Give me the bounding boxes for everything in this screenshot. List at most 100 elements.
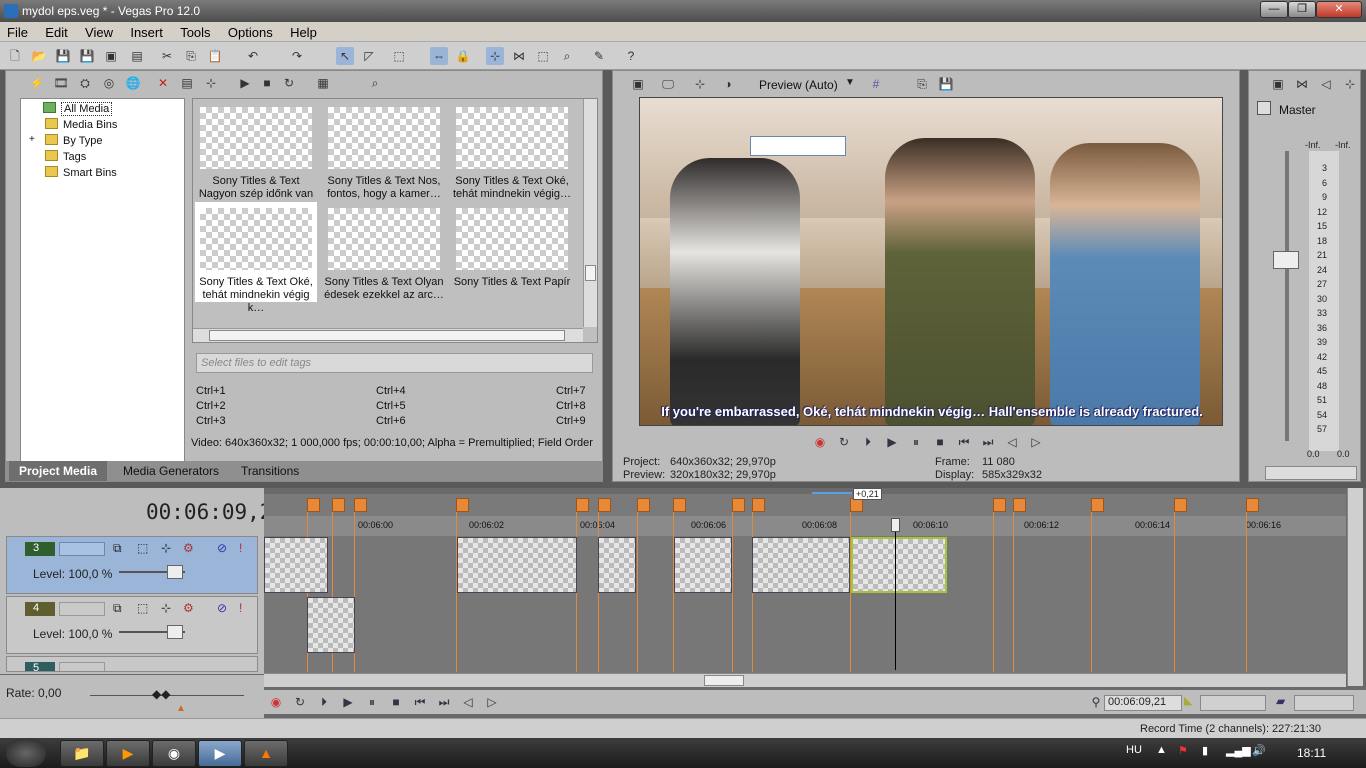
- master-fader[interactable]: [1273, 251, 1299, 269]
- timeline-marker[interactable]: [598, 498, 611, 512]
- video-track-4[interactable]: 4 ⧉ ⬚ ⊹ ⚙ ⊘ ! Level: 100,0 %: [6, 596, 258, 654]
- preview-settings-icon[interactable]: ▣: [629, 75, 647, 93]
- ripple-edit-icon[interactable]: ⇔: [430, 47, 448, 65]
- tree-item-smart-bins[interactable]: Smart Bins: [45, 166, 117, 179]
- redo-icon[interactable]: ↷: [288, 47, 306, 65]
- scroll-thumb[interactable]: [209, 330, 565, 341]
- go-to-start-icon[interactable]: ⏮: [956, 434, 972, 450]
- expand-icon[interactable]: +: [29, 134, 35, 145]
- menu-file[interactable]: File: [0, 22, 35, 40]
- clock[interactable]: 18:11: [1297, 746, 1326, 760]
- stop-icon[interactable]: ■: [932, 434, 948, 450]
- stop-icon[interactable]: ■: [388, 694, 404, 710]
- copy-icon[interactable]: ⎘: [182, 47, 200, 65]
- media-fx-icon[interactable]: ▤: [178, 74, 196, 92]
- media-thumbnail[interactable]: Sony Titles & Text Nagyon szép időnk van: [195, 101, 317, 201]
- media-thumbnail[interactable]: Sony Titles & Text Oké, tehát mindnekin v…: [451, 101, 573, 201]
- video-track-5[interactable]: 5: [6, 656, 258, 672]
- track-name-field[interactable]: [59, 602, 105, 616]
- capture-video-icon[interactable]: 🎞: [52, 74, 70, 92]
- action-center-icon[interactable]: ⚑: [1178, 744, 1188, 757]
- tree-item-all-media[interactable]: All Media: [43, 102, 113, 116]
- timeline-marker[interactable]: [732, 498, 745, 512]
- start-button[interactable]: [6, 739, 46, 767]
- battery-icon[interactable]: ▮: [1202, 744, 1208, 757]
- menu-help[interactable]: Help: [283, 22, 324, 40]
- compositing-icon[interactable]: ⬚: [137, 541, 148, 555]
- copy-snapshot-icon[interactable]: ⎘: [913, 75, 931, 93]
- auto-ripple-icon[interactable]: ⬚: [534, 47, 552, 65]
- cursor-time-field[interactable]: 00:06:09,21: [1104, 695, 1182, 711]
- get-media-web-icon[interactable]: ⛭: [76, 74, 94, 92]
- media-thumbnail[interactable]: Sony Titles & Text Papír: [451, 202, 573, 302]
- event-clip[interactable]: [752, 537, 850, 593]
- timeline-marker[interactable]: [354, 498, 367, 512]
- event-clip[interactable]: [457, 537, 577, 593]
- render-icon[interactable]: ▣: [102, 47, 120, 65]
- help-icon[interactable]: ?: [622, 47, 640, 65]
- mixer-scrollbar[interactable]: [1265, 466, 1357, 480]
- minimize-button[interactable]: —: [1260, 1, 1288, 18]
- tree-item-media-bins[interactable]: Media Bins: [45, 118, 117, 131]
- new-icon[interactable]: 🗋: [6, 47, 24, 65]
- track-name-field[interactable]: [59, 662, 105, 671]
- timeline-marker[interactable]: [1091, 498, 1104, 512]
- next-frame-icon[interactable]: ▷: [484, 694, 500, 710]
- timeline-marker[interactable]: [850, 498, 863, 512]
- make-compositing-child-icon[interactable]: ⊹: [161, 601, 171, 615]
- search-icon[interactable]: ⌕: [366, 74, 384, 92]
- split-screen-icon[interactable]: ⊹: [691, 75, 709, 93]
- scroll-thumb[interactable]: [585, 265, 596, 281]
- media-properties-icon[interactable]: ⊹: [202, 74, 220, 92]
- chevron-down-icon[interactable]: ▼: [845, 77, 855, 88]
- track-name-field[interactable]: [59, 542, 105, 556]
- grid-vertical-scrollbar[interactable]: [583, 99, 597, 327]
- menu-view[interactable]: View: [78, 22, 120, 40]
- event-clip[interactable]: [674, 537, 732, 593]
- play-icon[interactable]: ▶: [340, 694, 356, 710]
- timeline-marker[interactable]: [456, 498, 469, 512]
- go-to-end-icon[interactable]: ⏭: [980, 434, 996, 450]
- grid-horizontal-scrollbar[interactable]: [193, 328, 583, 342]
- downmix-icon[interactable]: ⋈: [1293, 75, 1311, 93]
- chrome-taskbar-icon[interactable]: ◉: [152, 740, 196, 767]
- preview-quality-dropdown[interactable]: Preview (Auto): [759, 78, 838, 92]
- event-clip[interactable]: [307, 597, 355, 653]
- menu-insert[interactable]: Insert: [123, 22, 170, 40]
- timeline-horizontal-scrollbar[interactable]: [264, 673, 1346, 687]
- solo-icon[interactable]: !: [239, 601, 242, 615]
- tree-item-tags[interactable]: Tags: [45, 150, 86, 163]
- rate-slider[interactable]: ◆◆: [152, 687, 170, 701]
- timeline-marker[interactable]: [673, 498, 686, 512]
- auto-preview-icon[interactable]: ↻: [280, 74, 298, 92]
- dim-icon[interactable]: ⊹: [1341, 75, 1359, 93]
- event-clip-selected[interactable]: [851, 537, 947, 593]
- save-as-icon[interactable]: 💾: [78, 47, 96, 65]
- save-icon[interactable]: 💾: [54, 47, 72, 65]
- media-player-taskbar-icon[interactable]: ▶: [106, 740, 150, 767]
- play-media-icon[interactable]: ▶: [236, 74, 254, 92]
- pause-icon[interactable]: ⏸: [364, 694, 380, 710]
- extract-audio-icon[interactable]: ◎: [100, 74, 118, 92]
- zoom-tool-icon[interactable]: ⌕: [558, 47, 576, 65]
- tab-transitions[interactable]: Transitions: [231, 461, 309, 481]
- level-slider[interactable]: [167, 565, 183, 579]
- selection-start-field[interactable]: [1200, 695, 1266, 711]
- record-icon[interactable]: ◉: [812, 434, 828, 450]
- open-icon[interactable]: 📂: [30, 47, 48, 65]
- timeline-marker[interactable]: [307, 498, 320, 512]
- timeline-marker[interactable]: [637, 498, 650, 512]
- play-from-start-icon[interactable]: ⏵: [316, 694, 332, 710]
- scroll-thumb[interactable]: [704, 675, 744, 686]
- tab-media-generators[interactable]: Media Generators: [113, 461, 229, 481]
- menu-edit[interactable]: Edit: [38, 22, 74, 40]
- selection-length-field[interactable]: [1294, 695, 1354, 711]
- motion-icon[interactable]: ⧉: [113, 541, 122, 556]
- timeline-marker[interactable]: [993, 498, 1006, 512]
- timeline-marker[interactable]: [1174, 498, 1187, 512]
- record-icon[interactable]: ◉: [268, 694, 284, 710]
- motion-icon[interactable]: ⧉: [113, 601, 122, 616]
- media-thumbnail[interactable]: Sony Titles & Text Olyan édesek ezekkel a…: [323, 202, 445, 302]
- go-to-start-icon[interactable]: ⏮: [412, 694, 428, 710]
- snapping-icon[interactable]: ⊹: [486, 47, 504, 65]
